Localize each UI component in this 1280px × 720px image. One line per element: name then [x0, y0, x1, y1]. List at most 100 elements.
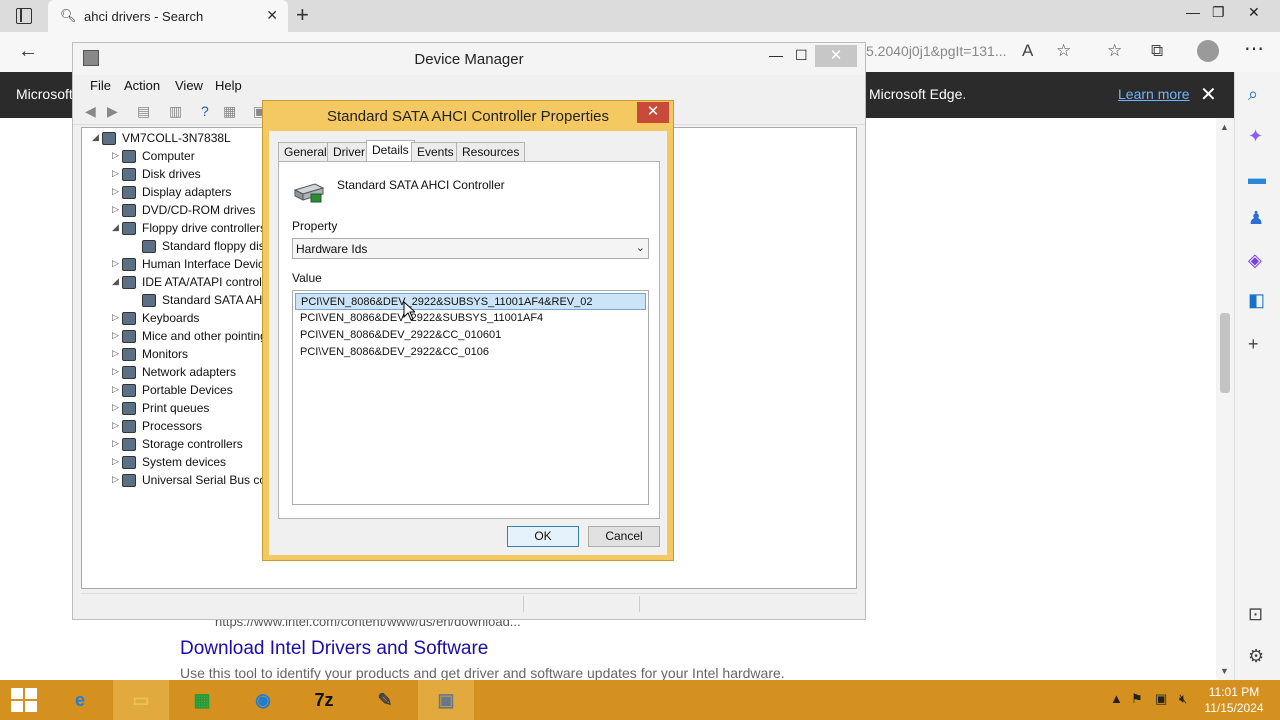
expand-icon[interactable]: ▷	[112, 474, 119, 485]
minimize-icon[interactable]: —	[769, 47, 783, 63]
page-scrollbar[interactable]: ▲ ▼	[1216, 118, 1234, 680]
expand-icon[interactable]: ▷	[112, 312, 119, 323]
action-icon[interactable]: ▦	[223, 103, 236, 120]
tree-item-label: Print queues	[142, 401, 210, 415]
device-manager-icon[interactable]: ▣	[418, 680, 474, 720]
expand-icon[interactable]: ▷	[112, 348, 119, 359]
edge-icon[interactable]: ◉	[235, 680, 291, 720]
properties-icon[interactable]: ▥	[169, 103, 182, 120]
dialog-close-icon[interactable]: ✕	[637, 102, 669, 123]
browser-tab[interactable]: 🔍︎ ahci drivers - Search ✕	[48, 0, 288, 32]
result-title-link[interactable]: Download Intel Drivers and Software	[180, 638, 488, 660]
sidebar-toggle-icon[interactable]: ⊡	[1248, 604, 1263, 625]
forward-icon[interactable]: ▶	[107, 103, 118, 120]
games-icon[interactable]: ◈	[1248, 250, 1262, 271]
printer-icon	[122, 402, 136, 415]
file-explorer-icon[interactable]: ▭	[113, 680, 169, 720]
profile-avatar[interactable]	[1197, 40, 1219, 62]
tab-driver[interactable]: Driver	[327, 142, 371, 162]
copilot-icon[interactable]: ✦	[1248, 126, 1263, 147]
network-icon[interactable]: ▣	[1155, 691, 1167, 707]
tray-overflow-icon[interactable]: ▲	[1110, 691, 1123, 706]
minimize-icon[interactable]: —	[1186, 4, 1200, 20]
tab-general[interactable]: General	[278, 142, 333, 162]
value-list[interactable]: PCI\VEN_8086&DEV_2922&SUBSYS_11001AF4&RE…	[292, 290, 649, 505]
menu-file[interactable]: File	[90, 78, 111, 93]
start-button[interactable]	[11, 688, 37, 712]
action-center-flag-icon[interactable]: ⚑	[1131, 691, 1143, 707]
more-options-icon[interactable]: ⋯	[1244, 36, 1264, 61]
network-adapter-icon	[122, 366, 136, 379]
read-aloud-icon[interactable]: A	[1022, 41, 1033, 61]
collapse-icon[interactable]: ◢	[112, 222, 119, 233]
collapse-icon[interactable]: ◢	[112, 276, 119, 287]
tab-events[interactable]: Events	[411, 142, 460, 162]
property-dropdown[interactable]: Hardware Ids ⌄	[292, 238, 649, 259]
settings-icon[interactable]: ⚙	[1248, 646, 1264, 667]
device-name: Standard SATA AHCI Controller	[337, 178, 505, 192]
store-glyph: ▦	[193, 690, 211, 710]
expand-icon[interactable]: ▷	[112, 150, 119, 161]
scroll-up-icon[interactable]: ▲	[1220, 122, 1229, 132]
expand-icon[interactable]: ▷	[112, 402, 119, 413]
tab-details[interactable]: Details	[366, 140, 415, 163]
expand-icon[interactable]: ▷	[112, 258, 119, 269]
help-icon[interactable]: ?	[201, 103, 209, 119]
collections-icon[interactable]: ⧉	[1151, 41, 1163, 61]
hardware-id-row[interactable]: PCI\VEN_8086&DEV_2922&CC_010601	[295, 327, 646, 344]
tree-item-label: Computer	[142, 149, 195, 163]
scroll-thumb[interactable]	[1220, 313, 1230, 393]
scroll-down-icon[interactable]: ▼	[1220, 666, 1229, 676]
new-tab-icon[interactable]: +	[296, 2, 309, 28]
close-icon[interactable]: ✕	[1248, 4, 1260, 21]
show-hide-tree-icon[interactable]: ▤	[137, 103, 150, 120]
hardware-id-row[interactable]: PCI\VEN_8086&DEV_2922&SUBSYS_11001AF4&RE…	[295, 293, 646, 310]
add-icon[interactable]: +	[1248, 334, 1259, 355]
expand-icon[interactable]: ▷	[112, 366, 119, 377]
expand-icon[interactable]: ▷	[112, 384, 119, 395]
tab-actions-icon[interactable]	[16, 8, 32, 24]
clock[interactable]: 11:01 PM 11/15/2024	[1196, 684, 1272, 716]
learn-more-link[interactable]: Learn more	[1118, 86, 1190, 102]
device-manager-titlebar[interactable]: Device Manager — ☐ ✕	[73, 43, 865, 75]
expand-icon[interactable]: ▷	[112, 456, 119, 467]
ok-button[interactable]: OK	[507, 526, 579, 547]
expand-icon[interactable]: ▷	[112, 168, 119, 179]
7zip-icon[interactable]: 7z	[296, 680, 352, 720]
menu-action[interactable]: Action	[124, 78, 160, 93]
tool-icon[interactable]: ✎	[357, 680, 413, 720]
expand-icon[interactable]: ▷	[112, 330, 119, 341]
search-icon[interactable]: ⌕	[1248, 84, 1258, 105]
tools-icon[interactable]: ♟	[1248, 208, 1264, 229]
tree-item-label: Network adapters	[142, 365, 237, 379]
collapse-icon[interactable]: ◢	[92, 132, 99, 143]
menu-help[interactable]: Help	[215, 78, 242, 93]
outlook-icon[interactable]: ◧	[1248, 290, 1265, 311]
tab-resources[interactable]: Resources	[456, 142, 526, 162]
browser-tab-bar: 🔍︎ ahci drivers - Search ✕ + — ❐ ✕	[0, 0, 1280, 32]
cancel-button[interactable]: Cancel	[588, 526, 660, 547]
expand-icon[interactable]: ▷	[112, 438, 119, 449]
tab-close-icon[interactable]: ✕	[266, 7, 278, 24]
expand-icon[interactable]: ▷	[112, 420, 119, 431]
store-icon[interactable]: ▦	[174, 680, 230, 720]
favorites-icon[interactable]: ☆	[1107, 41, 1122, 61]
back-icon[interactable]: ←	[18, 40, 38, 63]
menu-bar: File Action View Help	[73, 75, 865, 95]
hardware-id-row[interactable]: PCI\VEN_8086&DEV_2922&CC_0106	[295, 344, 646, 361]
expand-icon[interactable]: ▷	[112, 204, 119, 215]
system-device-icon	[122, 456, 136, 469]
hardware-id-row[interactable]: PCI\VEN_8086&DEV_2922&SUBSYS_11001AF4	[295, 310, 646, 327]
menu-view[interactable]: View	[175, 78, 203, 93]
volume-muted-icon[interactable]: 🔇︎	[1179, 691, 1187, 707]
favorite-add-icon[interactable]: ☆	[1056, 41, 1071, 61]
address-bar-text[interactable]: 5.2040j0j1&pgIt=131...	[866, 43, 1007, 59]
back-icon[interactable]: ◀	[85, 103, 96, 120]
internet-explorer-icon[interactable]: e	[52, 680, 108, 720]
expand-icon[interactable]: ▷	[112, 186, 119, 197]
restore-icon[interactable]: ❐	[1212, 4, 1225, 21]
shopping-icon[interactable]: ▬	[1248, 168, 1266, 189]
close-icon[interactable]: ✕	[815, 45, 857, 67]
maximize-icon[interactable]: ☐	[795, 47, 808, 64]
info-bar-close-icon[interactable]: ✕	[1200, 82, 1217, 107]
